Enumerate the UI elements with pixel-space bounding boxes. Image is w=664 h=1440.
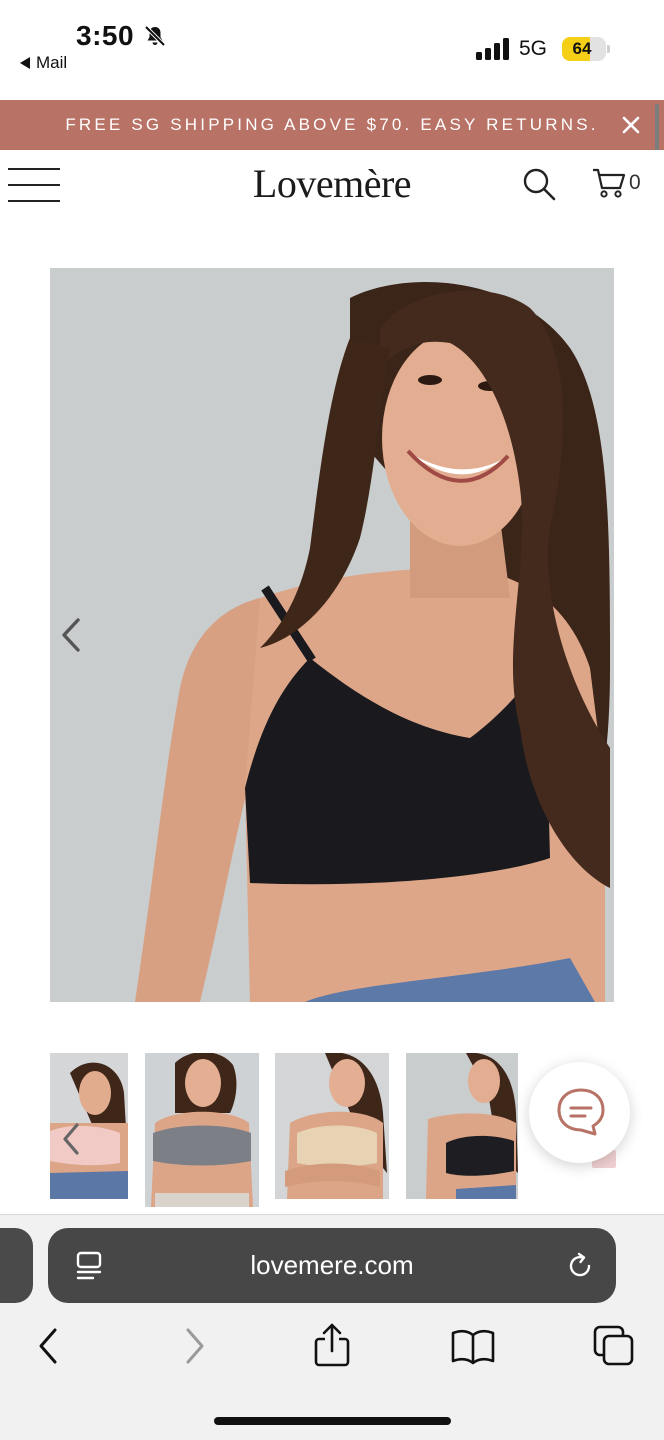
thumbnail-black-image <box>406 1053 518 1199</box>
close-icon[interactable] <box>620 114 642 136</box>
address-bar[interactable]: lovemere.com <box>48 1228 616 1303</box>
share-icon[interactable] <box>308 1322 356 1370</box>
site-header: Lovemère 0 <box>0 150 664 218</box>
previous-tab-preview[interactable] <box>0 1228 33 1303</box>
back-triangle-icon <box>20 57 30 69</box>
battery-indicator: 64 <box>562 37 606 61</box>
model-photo <box>50 268 614 1002</box>
product-main-image[interactable] <box>50 268 614 1002</box>
announcement-text: FREE SG SHIPPING ABOVE $70. EASY RETURNS… <box>65 115 599 134</box>
forward-icon[interactable] <box>170 1322 218 1370</box>
thumbnail-grey[interactable] <box>145 1053 259 1207</box>
battery-tip <box>607 45 610 53</box>
battery-level: 64 <box>572 39 592 58</box>
search-icon[interactable] <box>522 167 556 201</box>
thumbnail-nude[interactable] <box>275 1053 389 1199</box>
url-text[interactable]: lovemere.com <box>48 1228 616 1303</box>
bell-slash-icon <box>144 25 166 47</box>
back-icon[interactable] <box>25 1322 73 1370</box>
thumbnail-chevron-left-icon[interactable] <box>58 1122 84 1156</box>
reload-icon[interactable] <box>566 1252 594 1280</box>
announcement-bar: FREE SG SHIPPING ABOVE $70. EASY RETURNS… <box>0 100 664 150</box>
network-label: 5G <box>519 37 548 60</box>
signal-bars-icon <box>476 38 509 60</box>
thumbnail-nude-image <box>275 1053 389 1199</box>
hamburger-menu-icon[interactable] <box>8 166 60 204</box>
chat-bubble-icon <box>557 1088 605 1136</box>
thumbnail-black[interactable] <box>406 1053 518 1199</box>
thumbnail-grey-image <box>145 1053 259 1207</box>
cart-count[interactable]: 0 <box>629 171 641 195</box>
chat-button[interactable] <box>529 1062 630 1163</box>
cart-icon[interactable] <box>592 167 626 199</box>
home-indicator[interactable] <box>214 1417 451 1425</box>
bookmarks-icon[interactable] <box>449 1322 497 1370</box>
status-bar: 3:50 Mail 5G 64 <box>0 0 664 100</box>
brand-logo[interactable]: Lovemère <box>232 160 432 207</box>
tabs-icon[interactable] <box>590 1322 638 1370</box>
back-to-mail-link[interactable]: Mail <box>20 53 67 73</box>
status-time: 3:50 <box>76 20 135 51</box>
back-app-label: Mail <box>36 53 68 72</box>
chevron-left-icon[interactable] <box>56 616 86 654</box>
